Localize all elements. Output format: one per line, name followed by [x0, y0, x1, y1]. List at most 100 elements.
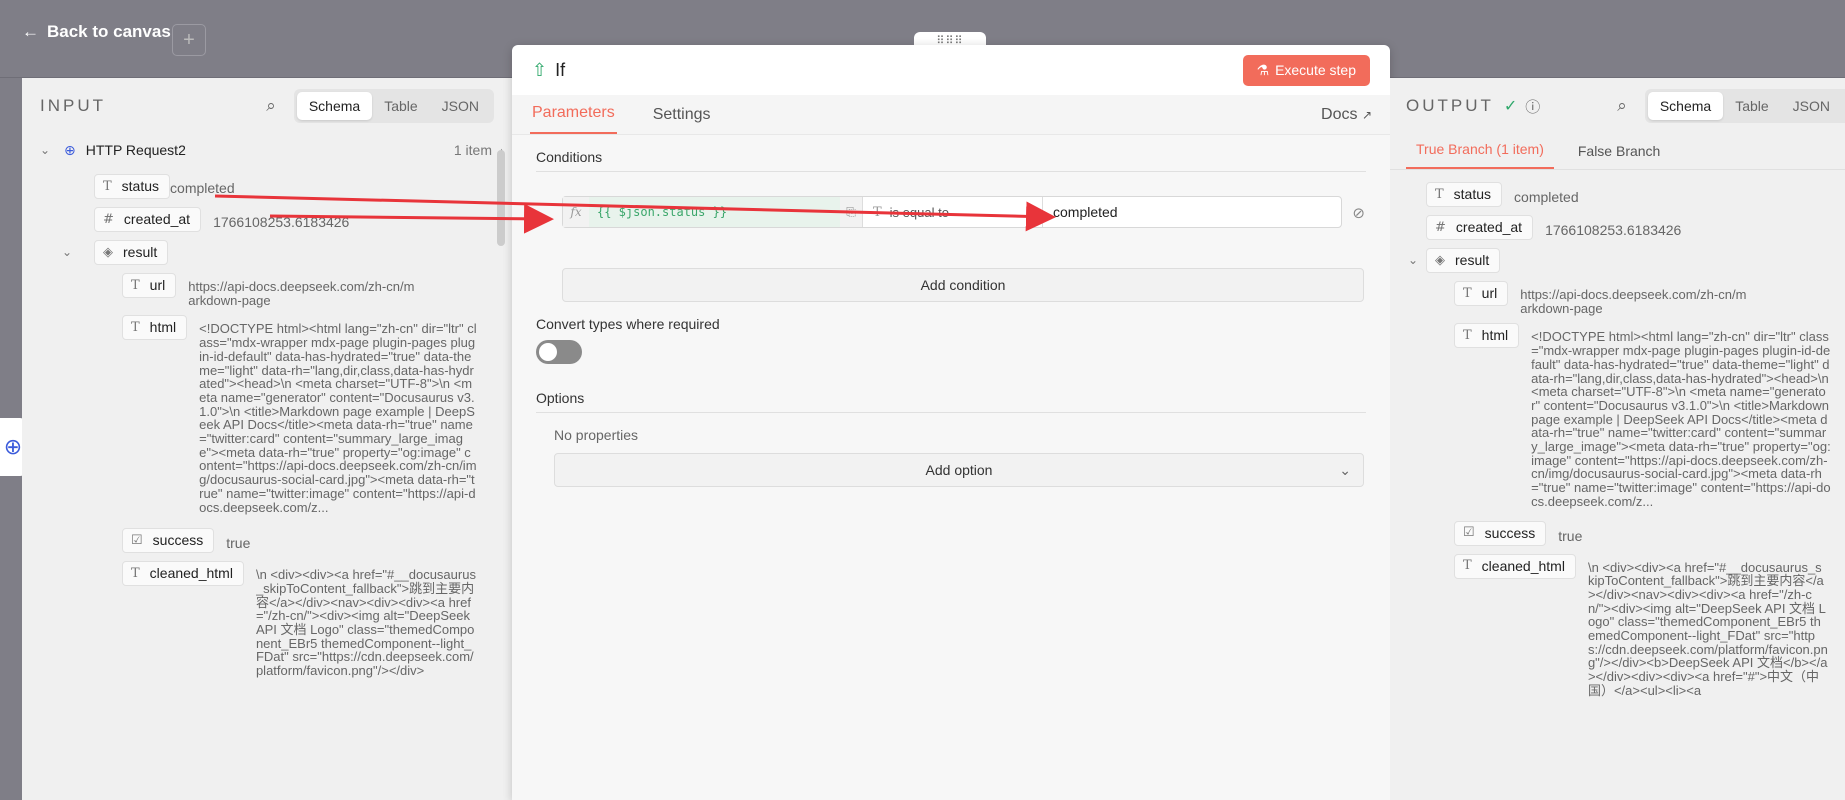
view-schema[interactable]: Schema: [296, 92, 373, 120]
view-json[interactable]: JSON: [430, 92, 491, 120]
field-value: 1766108253.6183426: [213, 214, 350, 230]
field-result[interactable]: ◈ result: [1426, 248, 1501, 273]
condition-right-input[interactable]: completed: [1043, 197, 1341, 227]
check-circle-icon[interactable]: ⊘: [1352, 204, 1365, 222]
no-properties-text: No properties: [554, 427, 639, 443]
field-status[interactable]: Tstatus: [1426, 182, 1503, 207]
field-url[interactable]: Turl: [1454, 281, 1509, 306]
output-panel: OUTPUT ✓ ⓘ ⌕ Schema Table JSON True Bran…: [1390, 78, 1845, 800]
search-icon[interactable]: ⌕: [1617, 96, 1627, 116]
if-node-icon: ⇧: [532, 59, 548, 80]
field-html[interactable]: Thtml: [122, 315, 188, 341]
node-settings-modal: ⇧ If ⚗ Execute step Parameters Settings …: [512, 45, 1390, 800]
field-value: true: [1558, 527, 1583, 544]
field-result[interactable]: ◈ result: [94, 240, 169, 265]
object-type-icon: ◈: [1435, 252, 1445, 268]
tab-false-branch[interactable]: False Branch: [1568, 143, 1670, 169]
boolean-type-icon: ☑: [131, 532, 143, 548]
text-type-icon: T: [1463, 558, 1472, 574]
text-type-icon: T: [873, 204, 882, 220]
text-type-icon: T: [131, 277, 140, 293]
info-icon[interactable]: ⓘ: [1525, 96, 1540, 117]
condition-left-input[interactable]: {{ $json.status }}: [589, 197, 840, 227]
field-row: # created_at 1766108253.6183426: [94, 207, 512, 232]
operator-select[interactable]: T is equal to: [863, 197, 1043, 227]
chevron-down-icon[interactable]: ⌄: [62, 245, 78, 259]
tab-true-branch[interactable]: True Branch (1 item): [1406, 141, 1554, 169]
field-row: Turl https://api-docs.deepseek.com/zh-cn…: [1454, 281, 1845, 315]
condition-row: fx {{ $json.status }} ⎘ T is equal to co…: [562, 196, 1365, 228]
input-view-switch: Schema Table JSON: [293, 89, 494, 123]
search-icon[interactable]: ⌕: [266, 96, 276, 116]
input-scrollbar[interactable]: [497, 150, 505, 246]
text-type-icon: T: [131, 565, 140, 581]
field-row: ☑ success true: [1454, 520, 1845, 546]
item-count: 1 item: [453, 142, 492, 158]
node-name: HTTP Request2: [85, 142, 186, 158]
convert-types-toggle[interactable]: [536, 340, 582, 364]
execute-step-button[interactable]: ⚗ Execute step: [1242, 54, 1370, 86]
add-option-button[interactable]: Add option ⌄: [554, 453, 1364, 487]
field-created-at[interactable]: # created_at: [1426, 215, 1534, 240]
conditions-heading: Conditions: [536, 135, 1366, 172]
view-table[interactable]: Table: [372, 92, 429, 120]
input-title: INPUT: [40, 96, 106, 115]
field-value: <!DOCTYPE html><html lang="zh-cn" dir="l…: [1531, 329, 1831, 509]
field-row: Thtml <!DOCTYPE html><html lang="zh-cn" …: [122, 315, 512, 514]
field-value: https://api-docs.deepseek.com/zh-cn/mark…: [188, 279, 415, 308]
number-type-icon: #: [103, 211, 114, 227]
field-success[interactable]: ☑ success: [1454, 520, 1547, 546]
field-success[interactable]: ☑ success: [122, 528, 215, 554]
field-value: true: [226, 535, 251, 552]
globe-icon: ⊕: [64, 141, 76, 158]
field-value: \n <div><div><a href="#__docusaurus_skip…: [1587, 560, 1828, 698]
view-schema[interactable]: Schema: [1647, 92, 1724, 120]
chevron-down-icon[interactable]: ⌄: [1408, 253, 1424, 267]
tab-settings[interactable]: Settings: [651, 106, 713, 134]
expression-fx-icon: fx: [570, 205, 582, 219]
field-cleaned-html[interactable]: Tcleaned_html: [1454, 553, 1576, 579]
chevron-down-icon[interactable]: ⌄: [40, 143, 56, 157]
field-row: ⌄ ◈ result: [62, 240, 512, 265]
field-value: <!DOCTYPE html><html lang="zh-cn" dir="l…: [199, 321, 477, 515]
view-table[interactable]: Table: [1723, 92, 1780, 120]
field-row: ☑ success true: [122, 528, 512, 554]
chevron-down-icon: ⌄: [1339, 462, 1351, 478]
field-url[interactable]: Turl: [122, 273, 177, 298]
field-value: https://api-docs.deepseek.com/zh-cn/mark…: [1520, 287, 1747, 316]
field-row: ⌄ ◈ result: [1408, 248, 1845, 273]
convert-types-label: Convert types where required: [536, 316, 720, 332]
add-node-button[interactable]: +: [172, 24, 206, 56]
text-type-icon: T: [1435, 186, 1444, 202]
input-panel: INPUT ⌕ Schema Table JSON ⌄ ⊕ HTTP Reque…: [22, 78, 512, 800]
field-status[interactable]: Tstatus: [94, 174, 171, 199]
check-circle-icon: ✓: [1503, 98, 1518, 115]
object-type-icon: ◈: [103, 244, 113, 260]
options-heading: Options: [536, 376, 1366, 413]
field-cleaned-html[interactable]: Tcleaned_html: [122, 561, 244, 587]
field-html[interactable]: Thtml: [1454, 323, 1520, 349]
node-title[interactable]: If: [555, 60, 565, 81]
field-row: Tstatus completed: [1426, 182, 1845, 207]
add-condition-button[interactable]: Add condition: [562, 268, 1364, 302]
text-type-icon: T: [1463, 327, 1472, 343]
field-row: Tcleaned_html \n <div><div><a href="#__d…: [1454, 553, 1845, 739]
field-row: Tcleaned_html \n <div><div><a href="#__d…: [122, 561, 512, 696]
number-type-icon: #: [1435, 219, 1446, 235]
view-json[interactable]: JSON: [1781, 92, 1842, 120]
external-link-icon: ↗: [1361, 108, 1372, 122]
field-row: # created_at 1766108253.6183426: [1426, 215, 1845, 240]
back-to-canvas-link[interactable]: ← Back to canvas: [22, 22, 171, 42]
drag-field-icon[interactable]: ⎘: [840, 205, 862, 220]
tab-parameters[interactable]: Parameters: [530, 104, 617, 134]
field-row: Thtml <!DOCTYPE html><html lang="zh-cn" …: [1454, 323, 1845, 508]
boolean-type-icon: ☑: [1463, 525, 1475, 541]
field-created-at[interactable]: # created_at: [94, 207, 202, 232]
field-value: 1766108253.6183426: [1545, 222, 1682, 238]
field-value: completed: [170, 180, 235, 196]
field-row: Turl https://api-docs.deepseek.com/zh-cn…: [122, 273, 512, 307]
docs-link[interactable]: Docs ↗: [1321, 106, 1372, 134]
arrow-left-icon: ←: [22, 22, 39, 41]
output-view-switch: Schema Table JSON: [1644, 89, 1845, 123]
output-title: OUTPUT: [1406, 96, 1494, 115]
